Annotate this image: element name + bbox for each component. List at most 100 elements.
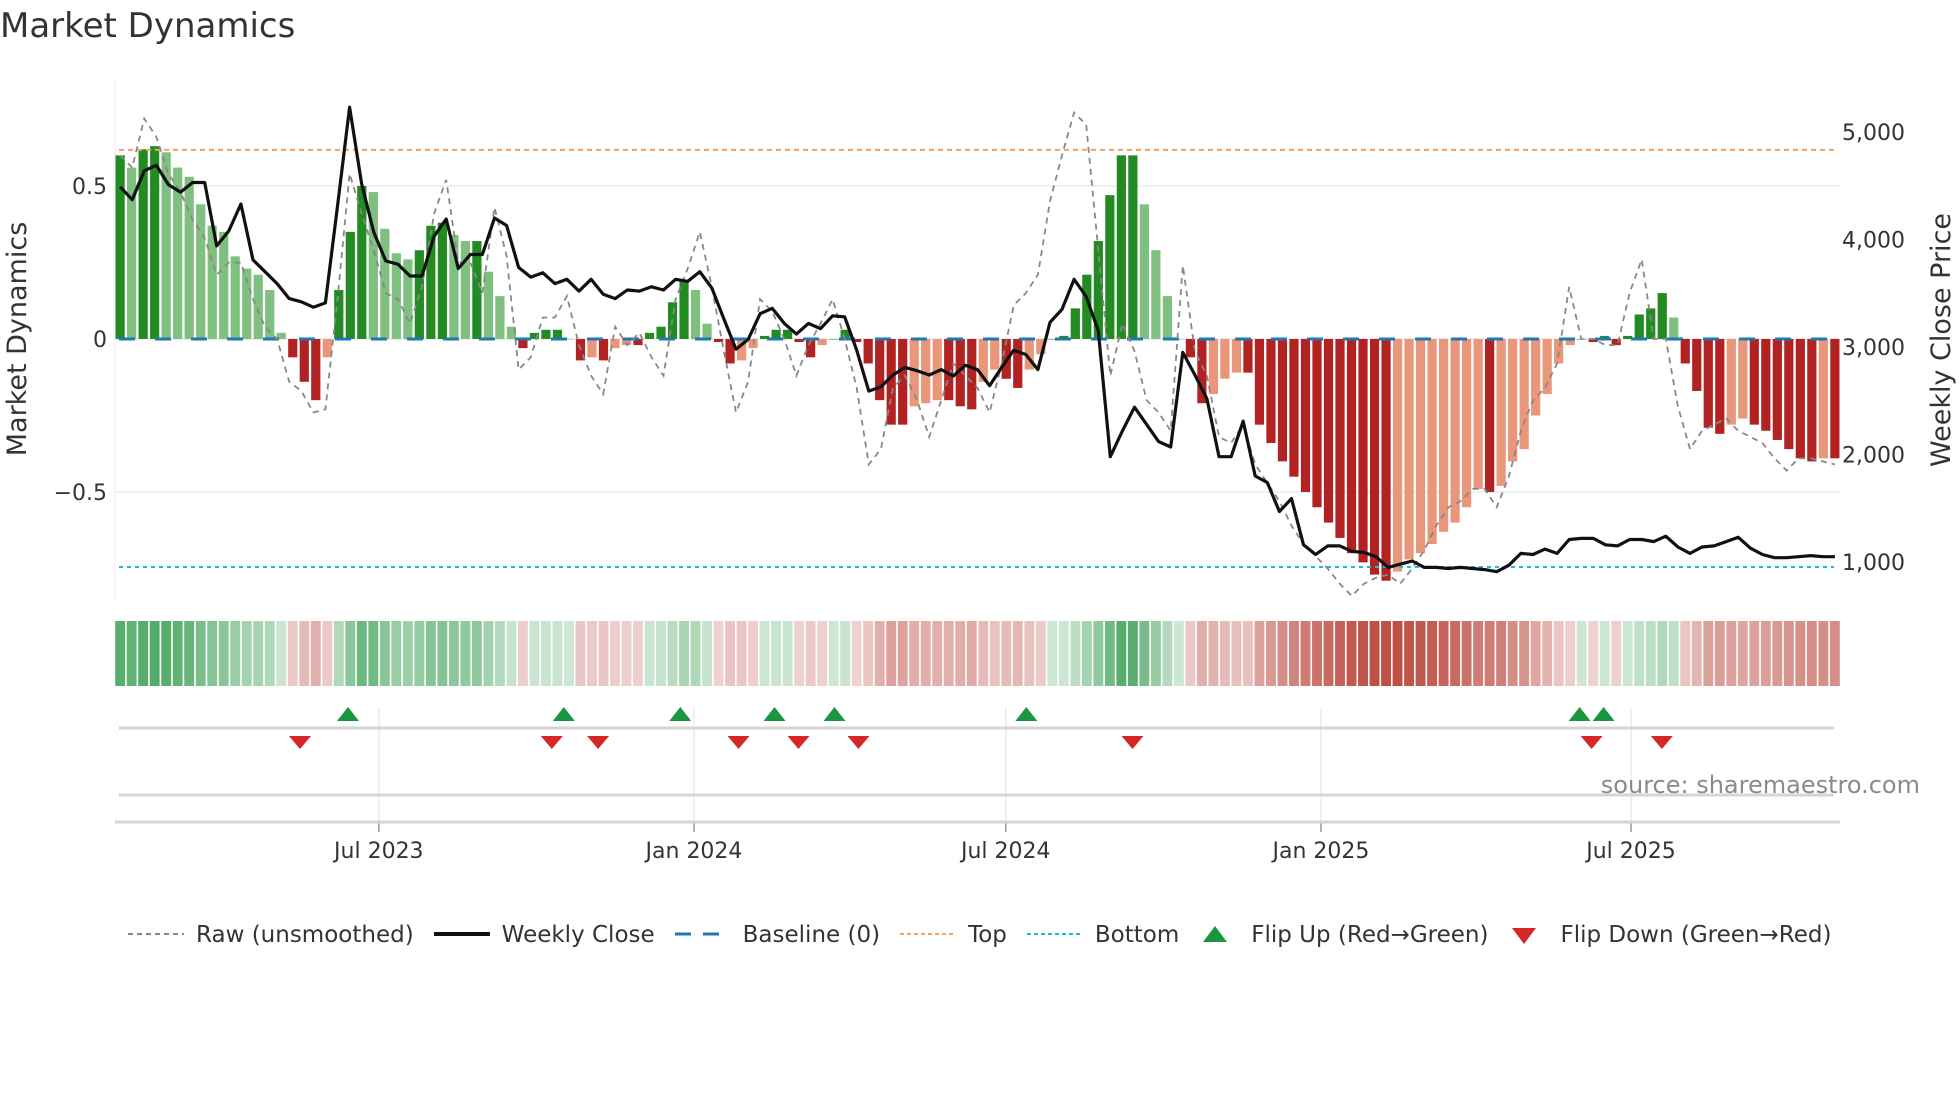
heat-cell xyxy=(587,621,597,686)
dynamics-bar xyxy=(150,146,160,339)
heat-cell xyxy=(1058,621,1069,686)
dynamics-bar xyxy=(1726,338,1736,425)
heat-cell xyxy=(1162,621,1173,686)
dynamics-bar xyxy=(414,250,424,339)
dynamics-bar xyxy=(1231,338,1242,373)
heat-cell xyxy=(1335,621,1345,686)
dynamics-bar xyxy=(1415,338,1426,554)
heat-cell xyxy=(1657,621,1668,686)
heat-cell xyxy=(1726,621,1737,686)
heat-cell xyxy=(1139,621,1150,686)
heat-cell xyxy=(1081,621,1092,686)
heat-cell xyxy=(471,621,482,686)
heat-cell xyxy=(483,621,494,686)
dynamics-bar xyxy=(1151,250,1161,339)
dynamics-bar xyxy=(1485,338,1495,492)
heat-cell xyxy=(126,621,137,686)
dynamics-bar xyxy=(1266,338,1276,444)
dynamics-bar xyxy=(1830,338,1840,459)
heat-cell xyxy=(1127,621,1138,686)
legend-item-bottom: Bottom xyxy=(1026,922,1180,948)
heat-cell xyxy=(494,621,505,686)
heat-cell xyxy=(425,621,436,686)
legend-swatch-baseline-icon xyxy=(674,932,731,936)
dynamics-bar xyxy=(990,338,1000,370)
heat-cell xyxy=(1404,621,1415,686)
heat-cell xyxy=(1300,621,1311,686)
dynamics-bar xyxy=(702,323,712,339)
heat-cell xyxy=(1012,621,1023,686)
heat-cell xyxy=(1461,621,1472,686)
heat-cell xyxy=(1760,621,1771,686)
dynamics-bar xyxy=(1254,338,1265,425)
flip-down-marker xyxy=(587,736,610,749)
heat-cell xyxy=(725,621,736,686)
heat-cell xyxy=(379,621,390,686)
heat-cell xyxy=(1588,621,1599,686)
dynamics-bar xyxy=(1438,338,1449,532)
dynamics-bar xyxy=(794,338,804,343)
heat-cell xyxy=(391,621,402,686)
heat-cell xyxy=(1173,621,1184,686)
dynamics-bar xyxy=(288,338,298,358)
heat-cell xyxy=(863,621,874,686)
dynamics-bar xyxy=(1128,155,1138,339)
heat-cell xyxy=(1473,621,1484,686)
heat-cell xyxy=(713,621,724,686)
dynamics-bar xyxy=(1715,338,1725,434)
dynamics-bar xyxy=(967,338,977,410)
heat-cell xyxy=(679,621,689,686)
flip-up-marker xyxy=(336,707,359,721)
heat-cell xyxy=(161,621,172,686)
heat-cell xyxy=(1346,621,1357,686)
heat-cell xyxy=(1185,621,1196,686)
y-tick-label: −0.5 xyxy=(54,481,107,506)
heat-cell xyxy=(1093,621,1104,686)
heat-cell xyxy=(920,621,931,686)
heat-cell xyxy=(138,621,149,686)
heat-cell xyxy=(955,621,966,686)
heat-cell xyxy=(1611,621,1622,686)
dynamics-bar xyxy=(1761,338,1771,431)
y2-tick-label: 3,000 xyxy=(1842,336,1905,361)
legend-label: Flip Down (Green→Red) xyxy=(1560,922,1832,948)
heat-cell xyxy=(1323,621,1334,686)
heat-cell xyxy=(759,621,770,686)
dynamics-bar xyxy=(1749,338,1759,425)
heat-cell xyxy=(564,621,574,686)
dynamics-bar xyxy=(437,222,447,339)
x-tick-label: Jan 2024 xyxy=(644,839,743,864)
dynamics-bar xyxy=(1692,338,1702,391)
legend: Raw (unsmoothed) Weekly Close Baseline (0)… xyxy=(128,922,1851,948)
heat-cell xyxy=(943,621,954,686)
dynamics-bar xyxy=(863,338,873,364)
legend-swatch-flip-up-icon xyxy=(1203,926,1228,942)
heat-cell xyxy=(1553,621,1564,686)
heat-cell xyxy=(345,621,356,686)
legend-swatch-raw-icon xyxy=(128,933,184,935)
heat-cell xyxy=(1070,621,1081,686)
heat-cell xyxy=(506,621,517,686)
heat-cell xyxy=(287,621,298,686)
heat-cell xyxy=(529,621,540,686)
flip-up-marker xyxy=(669,707,692,721)
dynamics-bar xyxy=(656,326,666,339)
legend-label: Bottom xyxy=(1094,922,1180,948)
heat-cell xyxy=(1001,621,1012,686)
dynamics-bar xyxy=(1657,293,1667,339)
heat-cell xyxy=(1668,621,1679,686)
y2-tick-label: 5,000 xyxy=(1842,121,1905,146)
legend-item-flip-up: Flip Up (Red→Green) xyxy=(1199,922,1488,948)
heat-cell xyxy=(552,621,563,686)
flip-down-marker xyxy=(727,736,750,749)
heat-cell xyxy=(310,621,321,686)
heat-cell xyxy=(448,621,459,686)
heat-cell xyxy=(702,621,713,686)
flip-down-marker xyxy=(1121,736,1144,749)
dynamics-bar xyxy=(679,280,689,339)
heat-cell xyxy=(414,621,425,686)
dynamics-bar xyxy=(1818,338,1828,459)
heat-cell xyxy=(1622,621,1633,686)
heat-cell xyxy=(1772,621,1783,686)
heat-cell xyxy=(1231,621,1242,686)
